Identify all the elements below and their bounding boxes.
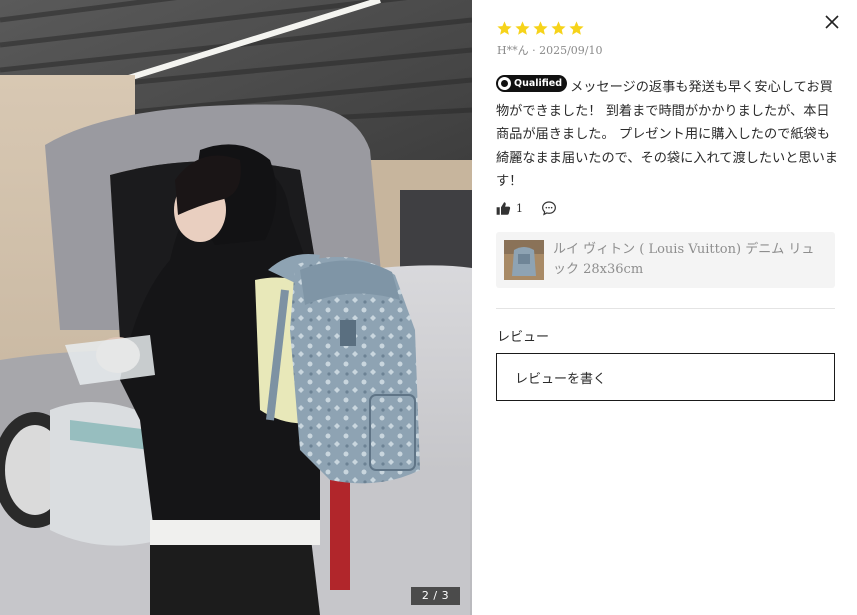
comment-button[interactable] xyxy=(541,200,557,216)
product-thumbnail xyxy=(504,240,544,280)
write-review-button[interactable]: レビューを書く xyxy=(496,353,835,401)
review-body: Qualified メッセージの返事も発送も早く安心してお買物ができました！ 到… xyxy=(496,75,838,194)
review-photo-image xyxy=(0,0,472,615)
qualified-badge-label: Qualified xyxy=(514,77,563,89)
like-button[interactable]: 1 xyxy=(496,201,523,216)
star-icon xyxy=(515,21,530,35)
thumbs-up-icon xyxy=(496,201,511,215)
close-button[interactable] xyxy=(822,12,842,32)
rating-stars xyxy=(496,20,585,38)
review-author-date: H**ん · 2025/09/10 xyxy=(497,44,603,57)
star-icon xyxy=(551,21,566,35)
star-icon xyxy=(533,21,548,35)
review-actions: 1 xyxy=(496,199,557,217)
review-text: メッセージの返事も発送も早く安心してお買物ができました！ 到着まで時間がかかりま… xyxy=(496,80,838,189)
star-icon xyxy=(497,21,512,35)
review-photo[interactable]: 2 / 3 xyxy=(0,0,472,615)
like-count: 1 xyxy=(516,201,523,215)
divider xyxy=(496,308,835,309)
product-name: ルイ ヴィトン ( Louis Vuitton) デニム リュック 28x36c… xyxy=(553,242,815,277)
close-icon xyxy=(825,15,839,29)
qualified-badge: Qualified xyxy=(496,75,568,92)
reviews-section-title: レビュー xyxy=(497,330,550,345)
star-icon xyxy=(569,21,584,35)
image-counter: 2 / 3 xyxy=(411,587,460,605)
product-card[interactable]: ルイ ヴィトン ( Louis Vuitton) デニム リュック 28x36c… xyxy=(496,232,835,288)
comment-icon xyxy=(542,201,556,216)
qualified-badge-icon xyxy=(498,77,511,90)
